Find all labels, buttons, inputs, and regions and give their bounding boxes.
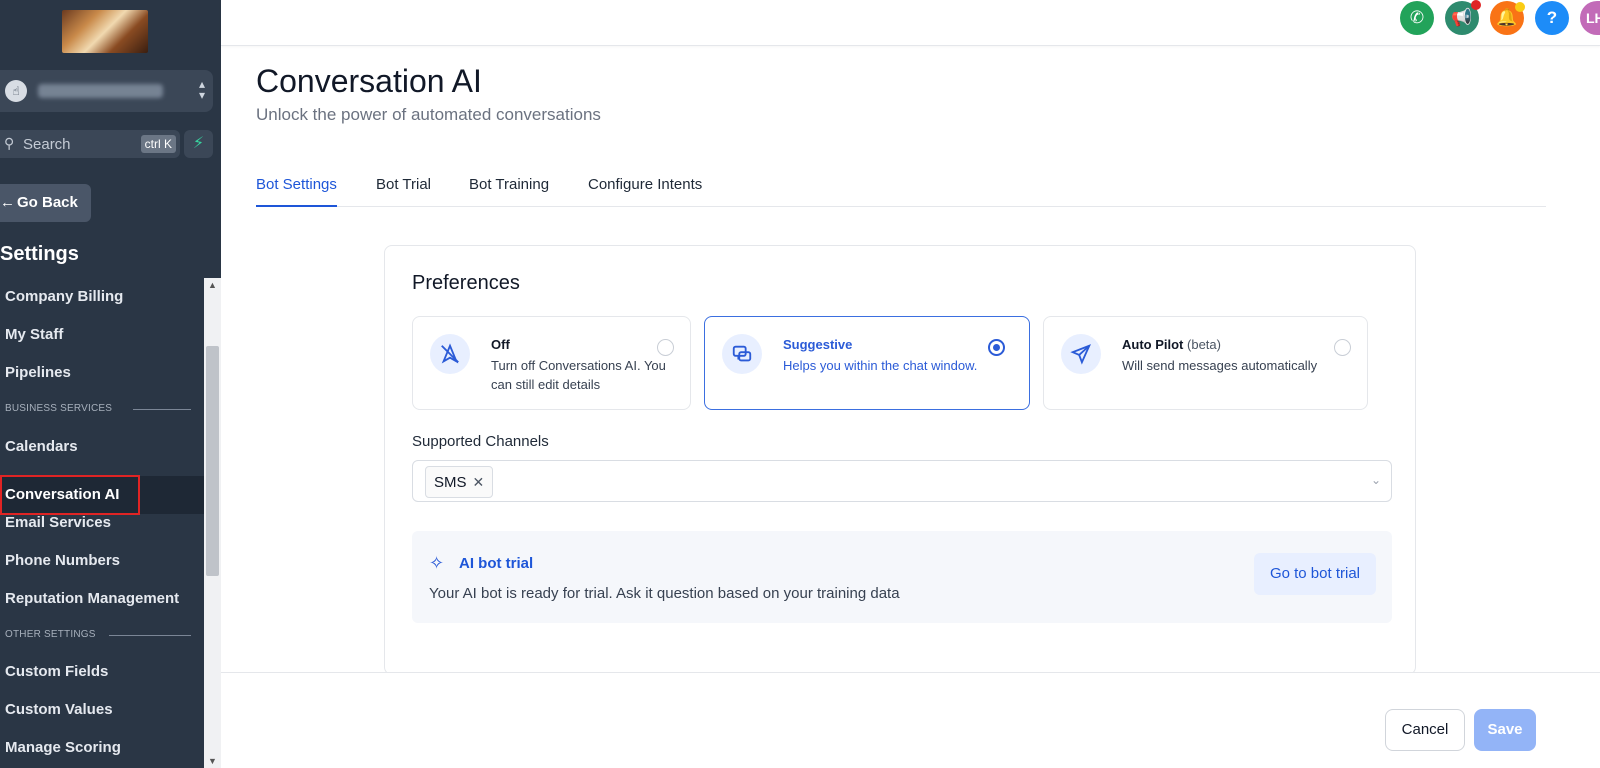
option-title: Auto Pilot (beta): [1122, 337, 1221, 352]
sidebar-item-company-billing[interactable]: Company Billing: [5, 288, 123, 305]
chevron-updown-icon: ▴ ▾: [198, 77, 205, 102]
option-description: Turn off Conversations AI. You can still…: [491, 358, 666, 392]
tab-bot-trial[interactable]: Bot Trial: [376, 176, 431, 193]
section-divider: [133, 409, 191, 410]
option-description: Helps you within the chat window.: [783, 358, 978, 373]
account-switcher[interactable]: ☝ ▴ ▾: [0, 70, 213, 112]
user-avatar[interactable]: LH: [1580, 1, 1600, 35]
pointer-icon: ☝: [5, 80, 27, 102]
go-back-button[interactable]: ← Go Back: [0, 184, 91, 222]
search-shortcut-badge: ctrl K: [140, 135, 176, 153]
page-title: Conversation AI: [256, 63, 482, 99]
radio-suggestive[interactable]: [988, 339, 1005, 356]
trial-description: Your AI bot is ready for trial. Ask it q…: [429, 585, 900, 602]
go-back-label: Go Back: [17, 194, 78, 211]
sidebar-search[interactable]: ⚲ Search ctrl K: [0, 130, 180, 158]
remove-tag-icon[interactable]: ✕: [473, 474, 485, 490]
option-title: Suggestive: [783, 337, 853, 352]
search-icon: ⚲: [4, 135, 15, 151]
chat-bubbles-icon: [722, 334, 762, 374]
option-title: Off: [491, 337, 510, 352]
section-divider: [109, 635, 191, 636]
highlight-annotation-box: [0, 475, 140, 515]
save-button[interactable]: Save: [1474, 709, 1536, 751]
account-name-blurred: [38, 84, 163, 98]
sidebar-item-custom-values[interactable]: Custom Values: [5, 701, 113, 718]
sidebar-item-pipelines[interactable]: Pipelines: [5, 364, 71, 381]
go-to-bot-trial-button[interactable]: Go to bot trial: [1253, 553, 1376, 595]
bot-settings-card: Preferences Off Turn off Conversations A…: [384, 245, 1416, 675]
beta-badge: (beta): [1187, 337, 1221, 352]
option-auto-pilot[interactable]: Auto Pilot (beta) Will send messages aut…: [1043, 316, 1368, 410]
active-tab-underline: [256, 205, 337, 207]
ai-bot-trial-panel: ✧ AI bot trial Your AI bot is ready for …: [412, 531, 1392, 623]
topbar: ✆ 📢 🔔 ? LH: [221, 0, 1600, 46]
sidebar-scrollbar[interactable]: ▲ ▼: [204, 278, 221, 768]
trial-title: AI bot trial: [459, 555, 534, 572]
option-title-text: Auto Pilot: [1122, 337, 1184, 352]
sidebar: ☝ ▴ ▾ ⚲ Search ctrl K ⚡ ← Go Back Settings…: [0, 0, 221, 768]
sidebar-item-calendars[interactable]: Calendars: [5, 438, 78, 455]
option-suggestive[interactable]: Suggestive Helps you within the chat win…: [704, 316, 1030, 410]
section-other-settings: OTHER SETTINGS: [5, 629, 191, 640]
preferences-heading: Preferences: [412, 272, 520, 294]
section-label: BUSINESS SERVICES: [5, 403, 113, 414]
channel-tag-sms: SMS ✕: [425, 466, 494, 498]
tab-bot-training[interactable]: Bot Training: [469, 176, 549, 193]
send-icon: [1061, 334, 1101, 374]
settings-heading: Settings: [0, 243, 79, 265]
company-logo[interactable]: [62, 10, 148, 53]
notification-dot: [1515, 2, 1525, 12]
navigation-off-icon: [430, 334, 470, 374]
scrollbar-thumb[interactable]: [206, 346, 219, 576]
option-description: Will send messages automatically: [1122, 358, 1318, 373]
supported-channels-label: Supported Channels: [412, 433, 549, 450]
scroll-up-icon[interactable]: ▲: [208, 280, 217, 290]
cancel-button[interactable]: Cancel: [1385, 709, 1465, 751]
section-label: OTHER SETTINGS: [5, 629, 96, 640]
supported-channels-select[interactable]: SMS ✕ ⌄: [412, 460, 1392, 502]
arrow-left-icon: ←: [0, 194, 15, 211]
tab-bot-settings[interactable]: Bot Settings: [256, 176, 337, 193]
sidebar-item-manage-scoring[interactable]: Manage Scoring: [5, 739, 121, 756]
phone-icon[interactable]: ✆: [1400, 1, 1434, 35]
notification-dot: [1471, 0, 1481, 10]
sidebar-item-email-services[interactable]: Email Services: [5, 514, 111, 531]
settings-nav: Company Billing My Staff Pipelines BUSIN…: [0, 278, 204, 768]
page-subtitle: Unlock the power of automated conversati…: [256, 105, 601, 124]
radio-auto-pilot[interactable]: [1334, 339, 1351, 356]
sidebar-item-my-staff[interactable]: My Staff: [5, 326, 63, 343]
footer-actions: Cancel Save: [221, 672, 1600, 768]
help-icon[interactable]: ?: [1535, 1, 1569, 35]
sidebar-item-custom-fields[interactable]: Custom Fields: [5, 663, 108, 680]
option-off[interactable]: Off Turn off Conversations AI. You can s…: [412, 316, 691, 410]
scroll-down-icon[interactable]: ▼: [208, 756, 217, 766]
radio-off[interactable]: [657, 339, 674, 356]
section-business-services: BUSINESS SERVICES: [5, 403, 191, 414]
quick-actions-bolt-icon[interactable]: ⚡: [184, 130, 213, 158]
sparkles-icon: ✧: [429, 553, 445, 573]
tab-configure-intents[interactable]: Configure Intents: [588, 176, 702, 193]
sidebar-item-reputation-management[interactable]: Reputation Management: [5, 590, 179, 607]
chevron-down-icon[interactable]: ⌄: [1371, 473, 1381, 487]
tab-bar: Bot Settings Bot Trial Bot Training Conf…: [256, 160, 1546, 207]
sidebar-item-phone-numbers[interactable]: Phone Numbers: [5, 552, 120, 569]
channel-tag-label: SMS: [434, 474, 467, 491]
search-placeholder: Search: [23, 136, 71, 153]
